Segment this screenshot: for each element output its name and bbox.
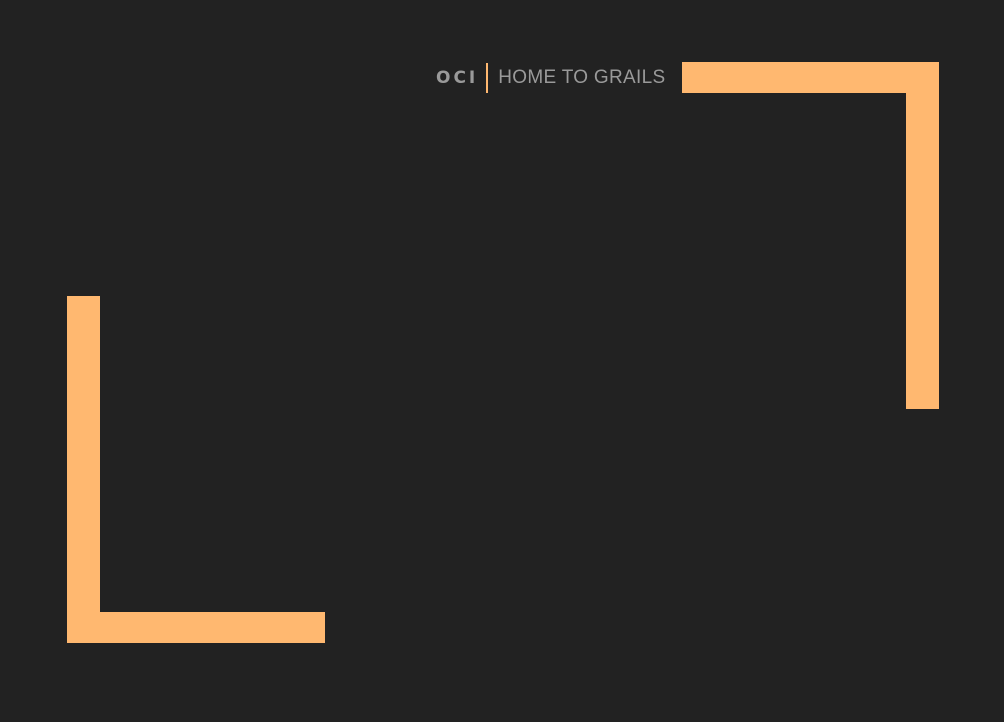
bottom-left-bracket-horizontal xyxy=(67,612,325,643)
brand-logo: OCI xyxy=(436,68,479,88)
slide-canvas: OCI HOME TO GRAILS xyxy=(0,0,1004,722)
top-right-bracket-horizontal xyxy=(682,62,939,93)
bottom-left-bracket-vertical xyxy=(67,296,100,643)
brand-divider xyxy=(486,63,489,93)
brand-header: OCI HOME TO GRAILS xyxy=(436,62,665,94)
top-right-bracket-vertical xyxy=(906,62,939,409)
brand-tagline: HOME TO GRAILS xyxy=(498,67,666,88)
